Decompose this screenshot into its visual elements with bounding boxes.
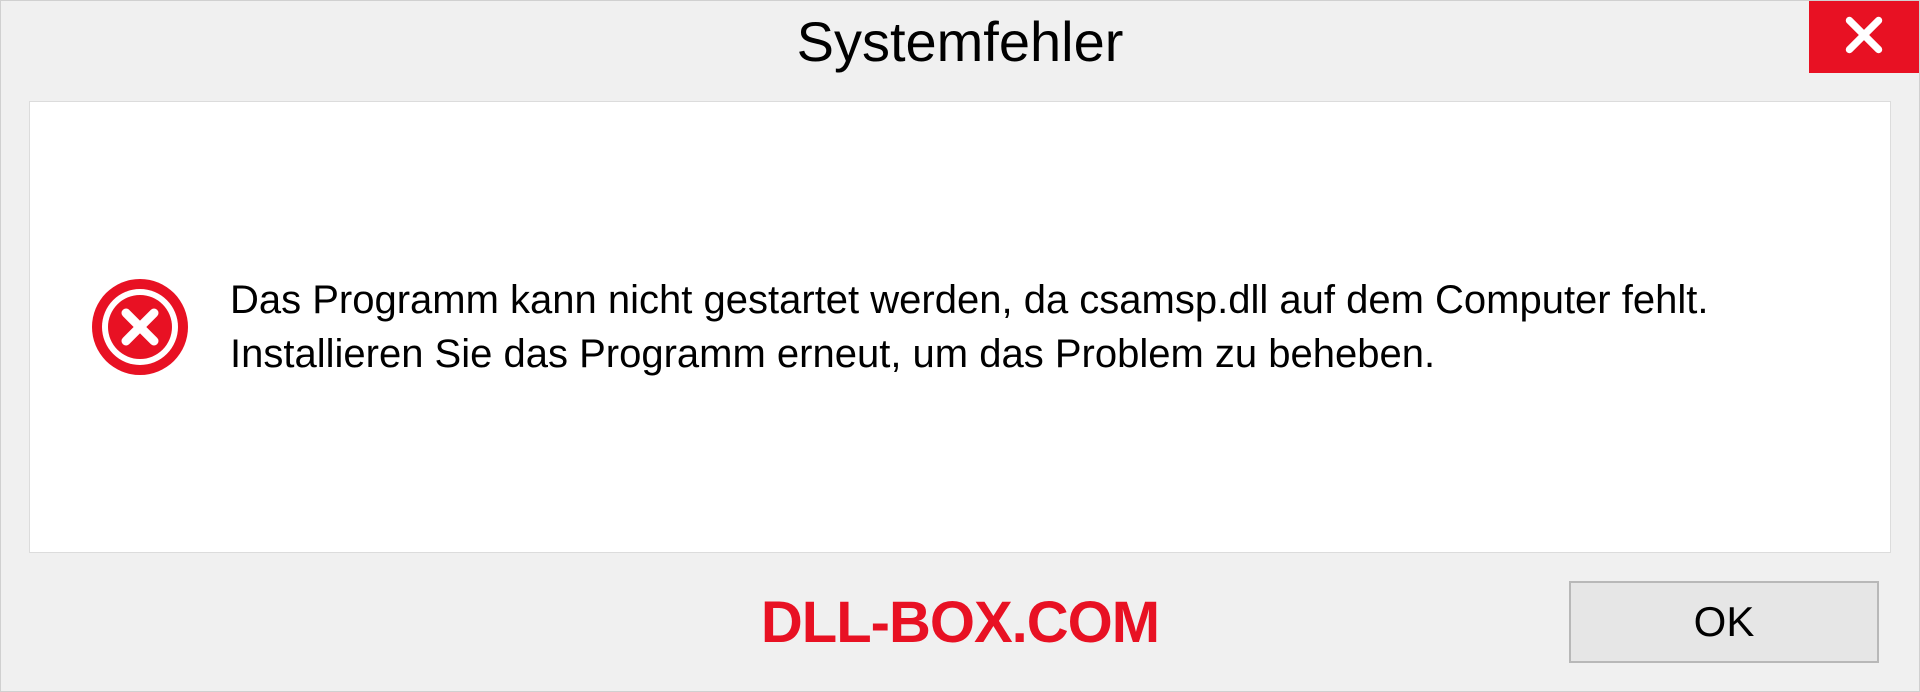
watermark-text: DLL-BOX.COM xyxy=(761,589,1159,656)
content-area: Das Programm kann nicht gestartet werden… xyxy=(29,101,1891,553)
close-icon xyxy=(1839,10,1889,65)
error-icon xyxy=(90,277,190,377)
dialog-title: Systemfehler xyxy=(797,9,1124,74)
ok-button[interactable]: OK xyxy=(1569,581,1879,663)
close-button[interactable] xyxy=(1809,1,1919,73)
error-dialog: Systemfehler Das Programm kann nicht ges… xyxy=(0,0,1920,692)
titlebar: Systemfehler xyxy=(1,1,1919,91)
error-message: Das Programm kann nicht gestartet werden… xyxy=(230,273,1830,381)
footer: DLL-BOX.COM OK xyxy=(1,553,1919,691)
